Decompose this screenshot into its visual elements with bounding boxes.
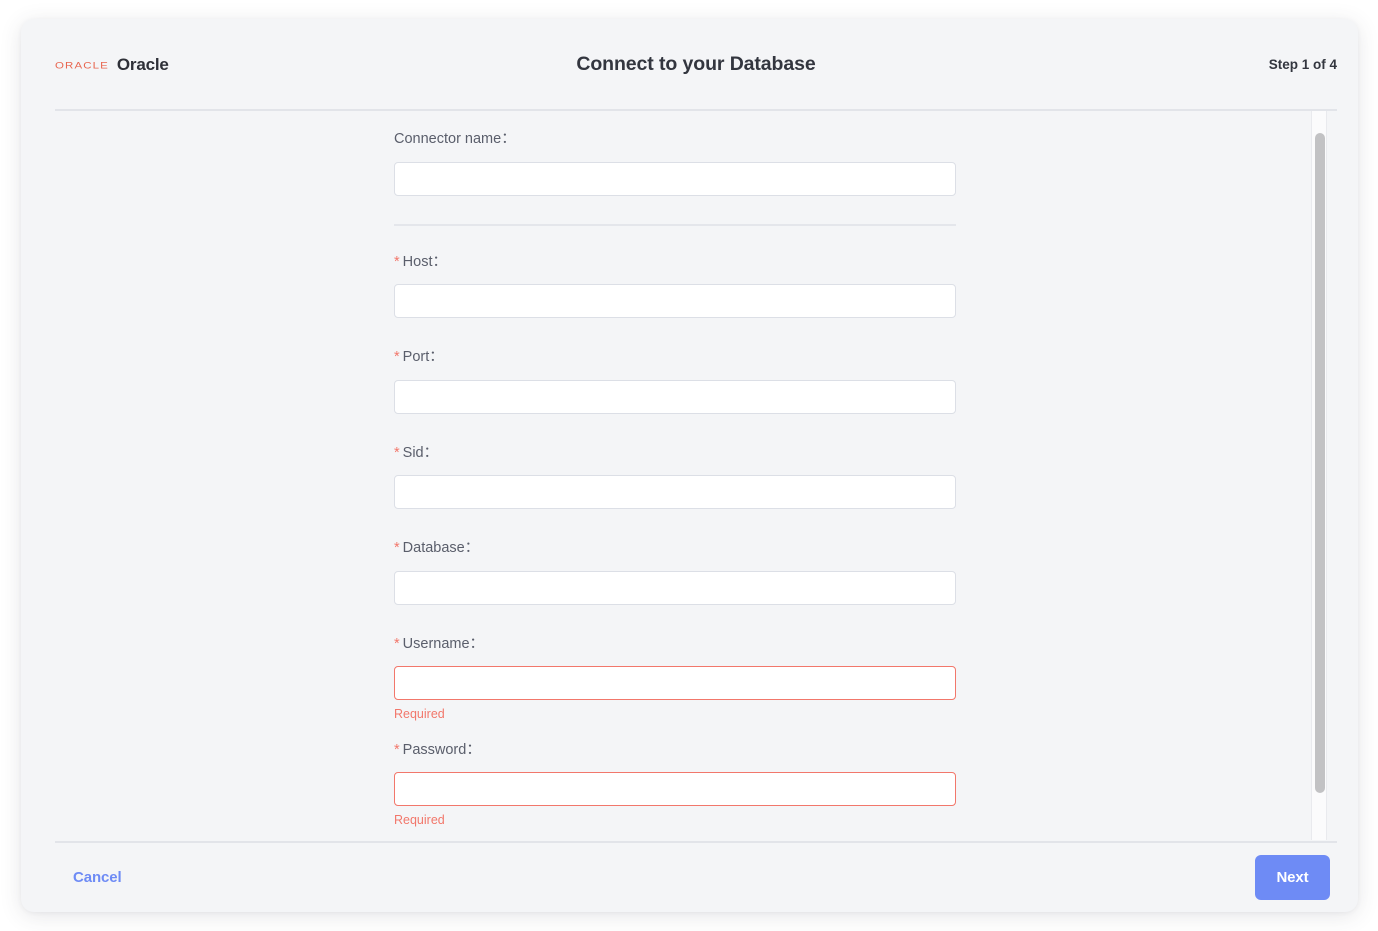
card-body: Connector name： * Host： * Port： * Sid： *…: [21, 111, 1358, 840]
page-title: Connect to your Database: [576, 53, 816, 75]
field-password: * Password： Required: [394, 741, 956, 827]
field-connector-name: Connector name：: [394, 132, 956, 196]
oracle-brand-name: Oracle: [116, 54, 169, 74]
password-error-message: Required: [394, 813, 445, 827]
field-label-text-host: Host：: [402, 253, 447, 270]
connection-form: Connector name： * Host： * Port： * Sid： *…: [394, 132, 956, 840]
database-connection-wizard-card: ORACLE Oracle Connect to your Database S…: [21, 19, 1358, 912]
card-header: ORACLE Oracle Connect to your Database S…: [21, 19, 1358, 111]
screen-root: ORACLE Oracle Connect to your Database S…: [0, 0, 1378, 931]
form-separator: [394, 223, 956, 226]
username-input[interactable]: [394, 666, 956, 700]
field-label-host: * Host：: [394, 253, 956, 270]
required-marker-host: *: [394, 253, 400, 270]
field-label-text-username: Username：: [402, 635, 485, 652]
host-input[interactable]: [394, 284, 956, 318]
form-scroll-viewport[interactable]: Connector name： * Host： * Port： * Sid： *…: [21, 111, 1358, 840]
field-label-text-connector-name: Connector name：: [394, 131, 516, 147]
step-indicator: Step 1 of 4: [1268, 57, 1337, 72]
port-input[interactable]: [394, 379, 956, 414]
field-label-text-password: Password：: [402, 741, 481, 758]
oracle-wordmark-icon: ORACLE: [55, 60, 109, 71]
field-label-connector-name: Connector name：: [394, 132, 956, 147]
form-scrollbar-thumb[interactable]: [1315, 133, 1325, 793]
username-error-message: Required: [394, 707, 445, 721]
required-marker-port: *: [394, 349, 400, 365]
required-marker-username: *: [394, 635, 400, 652]
field-label-port: * Port：: [394, 350, 956, 365]
form-scrollbar-track[interactable]: [1311, 111, 1327, 840]
password-input[interactable]: [394, 772, 956, 806]
connector-name-input[interactable]: [394, 161, 956, 196]
required-marker-database: *: [394, 540, 400, 556]
sid-input[interactable]: [394, 475, 956, 509]
field-username: * Username： Required: [394, 635, 956, 721]
oracle-logo: ORACLE Oracle: [55, 55, 169, 75]
field-port: * Port：: [394, 350, 956, 414]
field-database: * Database：: [394, 541, 956, 605]
field-label-username: * Username：: [394, 635, 956, 652]
required-marker-sid: *: [394, 444, 400, 461]
field-label-password: * Password：: [394, 741, 956, 758]
field-label-text-database: Database：: [402, 540, 480, 556]
database-input[interactable]: [394, 570, 956, 605]
field-label-sid: * Sid：: [394, 444, 956, 461]
field-label-database: * Database：: [394, 541, 956, 556]
field-host: * Host：: [394, 253, 956, 318]
card-footer: Cancel Next: [21, 843, 1358, 912]
field-sid: * Sid：: [394, 444, 956, 509]
header-inner: ORACLE Oracle Connect to your Database S…: [55, 19, 1337, 110]
cancel-button[interactable]: Cancel: [73, 869, 122, 886]
field-label-text-sid: Sid：: [402, 444, 439, 461]
field-label-text-port: Port：: [402, 349, 444, 365]
required-marker-password: *: [394, 741, 400, 758]
next-button[interactable]: Next: [1255, 855, 1330, 900]
